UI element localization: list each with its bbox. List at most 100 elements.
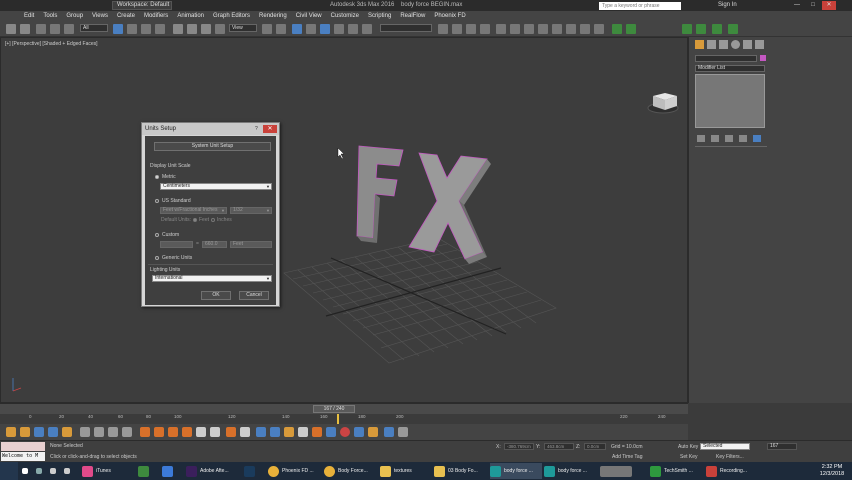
camera-tool-icon[interactable] (210, 427, 220, 437)
taskbar-thumbnail[interactable] (600, 463, 644, 479)
menu-graph-editors[interactable]: Graph Editors (213, 11, 250, 21)
snaps-toggle-icon[interactable] (306, 24, 316, 34)
taskbar-dropbox[interactable] (162, 463, 178, 479)
menu-create[interactable]: Create (117, 11, 135, 21)
delete-icon[interactable] (122, 427, 132, 437)
camera-tool-icon[interactable] (298, 427, 308, 437)
time-slider-handle[interactable]: 167 / 240 (313, 405, 355, 413)
liquid-source-icon[interactable] (326, 427, 336, 437)
key-filters-button[interactable]: Key Filters... (716, 454, 744, 460)
pause-icon[interactable] (94, 427, 104, 437)
render-iterative-icon[interactable] (594, 24, 604, 34)
help-icon[interactable] (398, 427, 408, 437)
phoenix-fire-icon[interactable] (682, 24, 692, 34)
menu-rendering[interactable]: Rendering (259, 11, 287, 21)
remove-modifier-icon[interactable] (739, 135, 747, 142)
system-unit-setup-button[interactable]: System Unit Setup (154, 142, 271, 151)
fire-source-icon[interactable] (312, 427, 322, 437)
menu-scripting[interactable]: Scripting (368, 11, 391, 21)
object-name-field[interactable] (695, 55, 757, 62)
fx-text-object[interactable] (356, 145, 491, 264)
z-coord-field[interactable]: 0.0cm (584, 443, 606, 450)
perspective-viewport[interactable]: [+] [Perspective] [Shaded + Edged Faces] (0, 37, 688, 403)
playhead-marker[interactable] (337, 414, 339, 424)
spinner-snap-icon[interactable] (348, 24, 358, 34)
search-icon[interactable] (36, 463, 46, 479)
place-icon[interactable] (215, 24, 225, 34)
taskbar-after-effects[interactable]: Adobe Afte... (186, 463, 240, 479)
selection-filter-dropdown[interactable]: All (80, 24, 108, 32)
system-tray[interactable] (770, 467, 810, 475)
taskbar-folder-textures[interactable]: textures (380, 463, 430, 479)
rendered-frame-window-icon[interactable] (566, 24, 576, 34)
close-icon[interactable]: ✕ (822, 1, 836, 10)
menu-modifiers[interactable]: Modifiers (144, 11, 168, 21)
redo-icon[interactable] (20, 24, 30, 34)
hierarchy-tab-icon[interactable] (719, 40, 728, 49)
realflow-icon[interactable] (612, 24, 622, 34)
cancel-button[interactable]: Cancel (239, 291, 269, 300)
motion-tab-icon[interactable] (731, 40, 740, 49)
task-view-icon[interactable] (22, 463, 32, 479)
scene-explorer-icon[interactable] (466, 24, 476, 34)
reference-coordinate-dropdown[interactable]: View (229, 24, 257, 32)
configure-modifier-sets-icon[interactable] (753, 135, 761, 142)
taskbar-app[interactable] (138, 463, 154, 479)
layer-explorer-icon[interactable] (480, 24, 490, 34)
taskbar-3dsmax-1[interactable]: body force ... (490, 463, 542, 479)
create-tab-icon[interactable] (695, 40, 704, 49)
unlink-icon[interactable] (50, 24, 60, 34)
taskbar-techsmith[interactable]: TechSmith ... (650, 463, 704, 479)
ok-button[interactable]: OK (201, 291, 231, 300)
graphite-ribbon-icon[interactable] (496, 24, 506, 34)
custom-unit-dropdown[interactable]: Feet (230, 241, 272, 248)
taskbar-chrome-body-force[interactable]: Body Force... (324, 463, 376, 479)
show-end-result-icon[interactable] (711, 135, 719, 142)
taskbar-chrome-phoenix[interactable]: Phoenix FD ... (268, 463, 320, 479)
add-time-tag-button[interactable]: Add Time Tag (612, 454, 642, 460)
display-tab-icon[interactable] (743, 40, 752, 49)
menu-realflow[interactable]: RealFlow (400, 11, 425, 21)
phoenix-particles-icon[interactable] (728, 24, 738, 34)
custom-radio[interactable] (155, 233, 159, 237)
stop-icon[interactable] (108, 427, 118, 437)
fire-source-icon[interactable] (140, 427, 150, 437)
default-feet-radio[interactable] (193, 218, 197, 222)
metric-units-dropdown[interactable]: Centimeters ▼ (160, 183, 272, 190)
angle-snap-icon[interactable] (320, 24, 330, 34)
edit-named-selection-icon[interactable] (362, 24, 372, 34)
undo-icon[interactable] (6, 24, 16, 34)
pivot-center-icon[interactable] (262, 24, 272, 34)
liquid-source-icon[interactable] (384, 427, 394, 437)
realflow-export-icon[interactable] (626, 24, 636, 34)
custom-value-field[interactable]: 660.0 (202, 241, 227, 248)
store-icon[interactable] (50, 463, 60, 479)
maxscript-listener-top[interactable] (1, 442, 45, 451)
liquid-source-icon[interactable] (354, 427, 364, 437)
menu-animation[interactable]: Animation (177, 11, 204, 21)
view-cube[interactable] (647, 93, 679, 114)
search-input[interactable]: Type a keyword or phrase (599, 2, 681, 10)
phoenix-liquid-icon[interactable] (696, 24, 706, 34)
rotate-icon[interactable] (187, 24, 197, 34)
render-setup-icon[interactable] (552, 24, 562, 34)
camera-tool-icon[interactable] (196, 427, 206, 437)
menu-civil-view[interactable]: Civil View (296, 11, 322, 21)
select-by-name-icon[interactable] (127, 24, 137, 34)
menu-views[interactable]: Views (92, 11, 108, 21)
scale-icon[interactable] (201, 24, 211, 34)
set-key-button[interactable]: Set Key (680, 454, 698, 460)
fire-source-icon[interactable] (226, 427, 236, 437)
phoenix-tool-icon[interactable] (20, 427, 30, 437)
modify-tab-icon[interactable] (707, 40, 716, 49)
help-icon[interactable]: ? (255, 126, 262, 132)
generic-units-radio[interactable] (155, 256, 159, 260)
track-bar[interactable]: 0 20 40 60 80 100 120 140 160 180 200 22… (0, 414, 688, 424)
default-inches-radio[interactable] (211, 218, 215, 222)
time-slider[interactable]: 167 / 240 (0, 403, 688, 414)
percent-snap-icon[interactable] (334, 24, 344, 34)
phoenix-tool-icon[interactable] (34, 427, 44, 437)
us-standard-radio[interactable] (155, 199, 159, 203)
fire-source-icon[interactable] (154, 427, 164, 437)
lighting-units-dropdown[interactable]: International ▼ (152, 275, 272, 282)
